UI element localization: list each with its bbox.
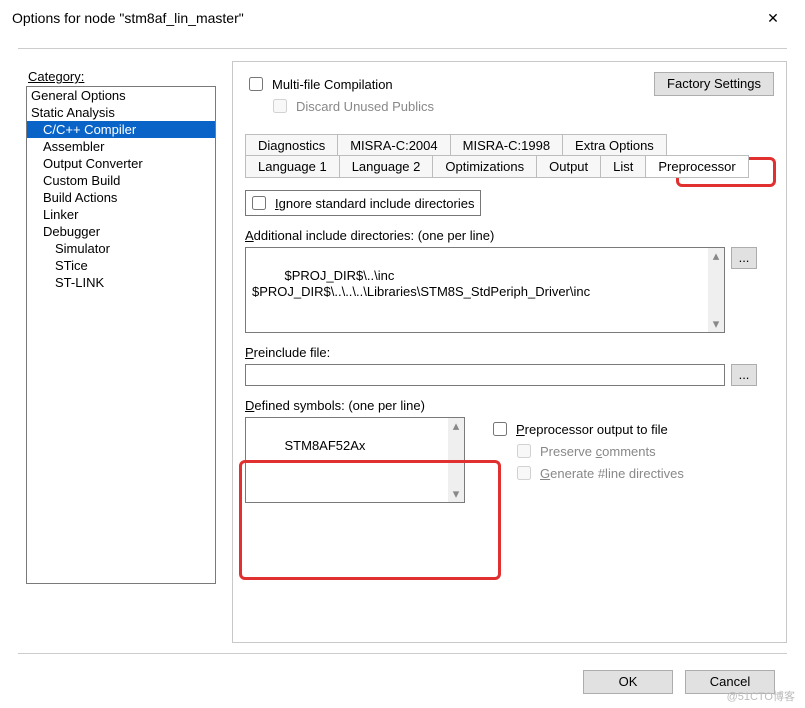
category-item[interactable]: Custom Build — [27, 172, 215, 189]
category-label: Category: — [28, 69, 216, 84]
category-item[interactable]: Assembler — [27, 138, 215, 155]
discard-checkbox: Discard Unused Publics — [269, 96, 774, 116]
ignore-std-input[interactable] — [252, 196, 266, 210]
generate-input — [517, 466, 531, 480]
additional-include-textarea[interactable]: $PROJ_DIR$\..\inc $PROJ_DIR$\..\..\..\Li… — [245, 247, 725, 333]
tabs-row-bottom: Language 1Language 2OptimizationsOutputL… — [245, 155, 774, 178]
scroll-down-icon[interactable]: ▾ — [453, 486, 460, 502]
close-icon[interactable]: ✕ — [753, 10, 793, 27]
discard-input — [273, 99, 287, 113]
defined-symbols-textarea[interactable]: STM8AF52Ax ▴▾ — [245, 417, 465, 503]
scroll-up-icon[interactable]: ▴ — [713, 248, 720, 264]
scrollbar[interactable]: ▴▾ — [448, 418, 464, 502]
defined-symbols-label: Defined symbols: (one per line) — [245, 398, 774, 413]
browse-include-button[interactable]: ... — [731, 247, 757, 269]
tab-optimizations[interactable]: Optimizations — [432, 155, 537, 178]
preserve-comments-checkbox: Preserve comments — [513, 441, 684, 461]
browse-preinclude-button[interactable]: ... — [731, 364, 757, 386]
dialog-buttons: OK Cancel — [583, 670, 775, 694]
category-pane: Category: General OptionsStatic Analysis… — [26, 61, 216, 643]
tab-list[interactable]: List — [600, 155, 646, 178]
tab-extra-options[interactable]: Extra Options — [562, 134, 667, 156]
scrollbar[interactable]: ▴▾ — [708, 248, 724, 332]
ignore-std-checkbox[interactable]: Ignore standard include directories — [248, 193, 474, 213]
category-item[interactable]: C/C++ Compiler — [27, 121, 215, 138]
tabs: DiagnosticsMISRA-C:2004MISRA-C:1998Extra… — [245, 134, 774, 178]
ok-button[interactable]: OK — [583, 670, 673, 694]
category-item[interactable]: Output Converter — [27, 155, 215, 172]
category-list[interactable]: General OptionsStatic AnalysisC/C++ Comp… — [26, 86, 216, 584]
additional-include-label: dditional include directories: (one per … — [254, 228, 495, 243]
dialog-body: Category: General OptionsStatic Analysis… — [18, 48, 787, 654]
scroll-down-icon[interactable]: ▾ — [713, 316, 720, 332]
cancel-button[interactable]: Cancel — [685, 670, 775, 694]
title-bar: Options for node "stm8af_lin_master" ✕ — [0, 0, 805, 36]
preserve-label: Preserve comments — [540, 444, 656, 459]
category-item[interactable]: General Options — [27, 87, 215, 104]
ignore-std-group: Ignore standard include directories — [245, 190, 481, 216]
tab-diagnostics[interactable]: Diagnostics — [245, 134, 338, 156]
tab-output[interactable]: Output — [536, 155, 601, 178]
scroll-up-icon[interactable]: ▴ — [453, 418, 460, 434]
category-item[interactable]: Simulator — [27, 240, 215, 257]
defined-symbols-value: STM8AF52Ax — [285, 438, 366, 453]
category-item[interactable]: Build Actions — [27, 189, 215, 206]
multifile-label: Multi-file Compilation — [272, 77, 393, 92]
pp-output-label: Preprocessor output to file — [516, 422, 668, 437]
generate-label: Generate #line directives — [540, 466, 684, 481]
tab-language-2[interactable]: Language 2 — [339, 155, 434, 178]
multifile-input[interactable] — [249, 77, 263, 91]
ignore-std-label: Ignore standard include directories — [275, 196, 474, 211]
pp-output-input[interactable] — [493, 422, 507, 436]
tab-preprocessor[interactable]: Preprocessor — [645, 155, 748, 178]
window-title: Options for node "stm8af_lin_master" — [12, 10, 753, 26]
tabs-row-top: DiagnosticsMISRA-C:2004MISRA-C:1998Extra… — [245, 134, 774, 156]
factory-settings-button[interactable]: Factory Settings — [654, 72, 774, 96]
additional-include-value: $PROJ_DIR$\..\inc $PROJ_DIR$\..\..\..\Li… — [252, 268, 590, 299]
preinclude-input[interactable] — [245, 364, 725, 386]
category-item[interactable]: Debugger — [27, 223, 215, 240]
category-item[interactable]: Linker — [27, 206, 215, 223]
options-panel: Factory Settings Multi-file Compilation … — [232, 61, 787, 643]
category-item[interactable]: Static Analysis — [27, 104, 215, 121]
preserve-input — [517, 444, 531, 458]
preprocessor-output-group: Preprocessor output to file Preserve com… — [489, 417, 684, 503]
pp-output-checkbox[interactable]: Preprocessor output to file — [489, 419, 684, 439]
category-item[interactable]: ST-LINK — [27, 274, 215, 291]
generate-line-checkbox: Generate #line directives — [513, 463, 684, 483]
tab-misra-c-1998[interactable]: MISRA-C:1998 — [450, 134, 563, 156]
preinclude-label: Preinclude file: — [245, 345, 774, 360]
tab-misra-c-2004[interactable]: MISRA-C:2004 — [337, 134, 450, 156]
tab-language-1[interactable]: Language 1 — [245, 155, 340, 178]
category-item[interactable]: STice — [27, 257, 215, 274]
discard-label: Discard Unused Publics — [296, 99, 434, 114]
